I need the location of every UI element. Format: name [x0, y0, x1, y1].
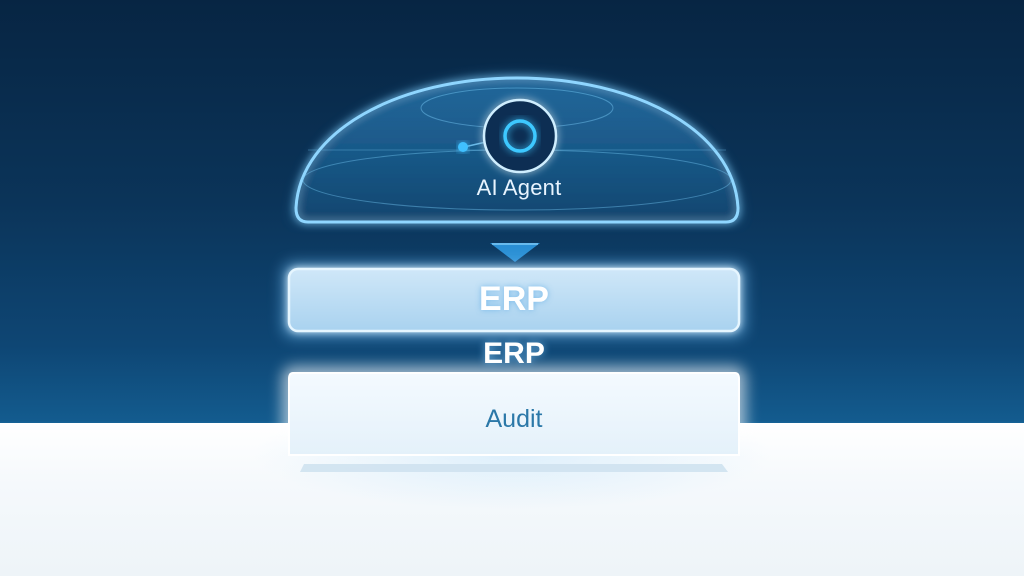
diagram-canvas: AI Agent ERP ERP Audit	[0, 0, 1024, 576]
erp-float-label: ERP	[483, 337, 545, 370]
agent-node-dot	[458, 142, 468, 152]
ai-agent-label: AI Agent	[476, 175, 562, 200]
erp-box-label: ERP	[479, 280, 549, 318]
arrow-down-icon	[490, 243, 540, 262]
audit-label: Audit	[485, 405, 543, 433]
ring-icon	[482, 98, 558, 174]
